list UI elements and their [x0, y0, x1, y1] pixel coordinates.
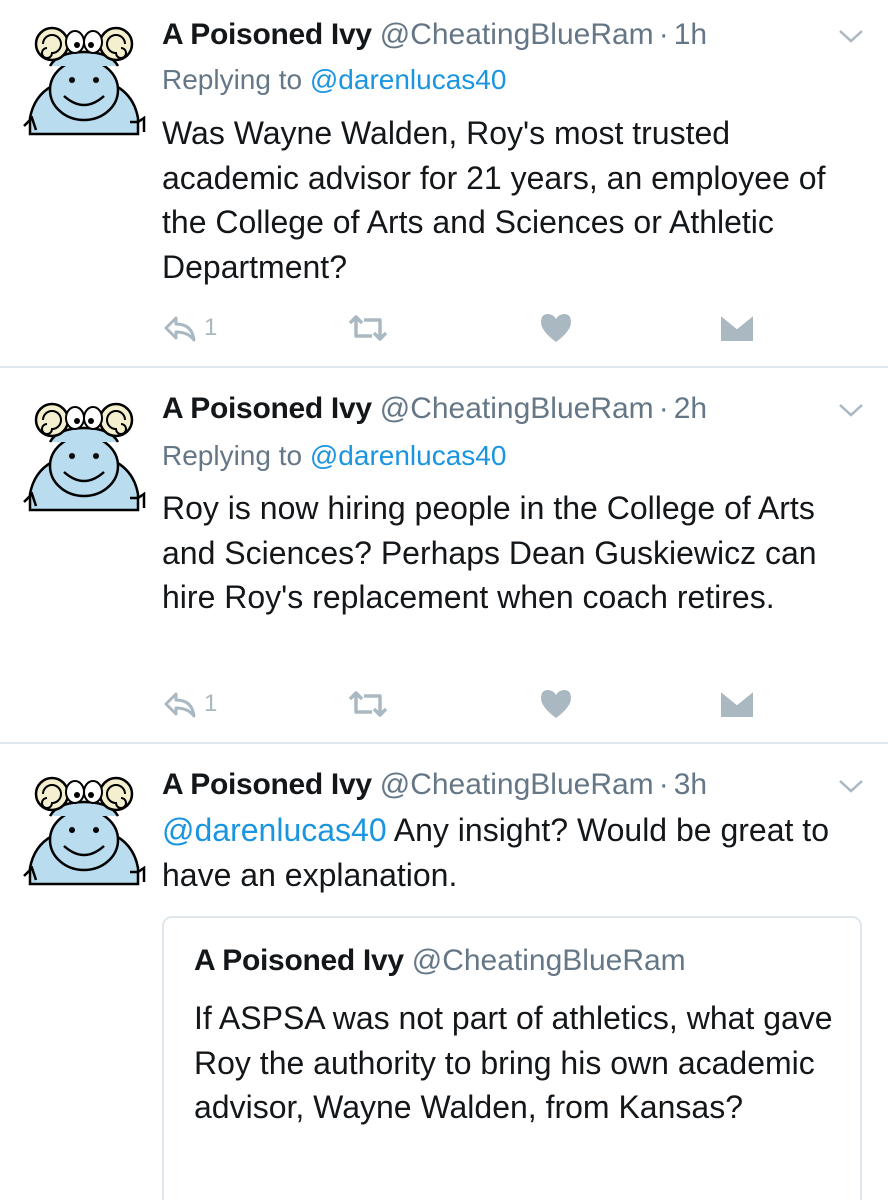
mention-link[interactable]: @darenlucas40 [310, 440, 507, 471]
tweet-actions: 1 [0, 684, 888, 724]
direct-message-icon [720, 314, 754, 341]
display-name[interactable]: A Poisoned Ivy [162, 392, 372, 425]
quoted-display-name: A Poisoned Ivy [194, 944, 404, 977]
reply-button[interactable]: 1 [162, 308, 217, 348]
reply-count: 1 [204, 314, 218, 341]
direct-message-button[interactable] [720, 684, 754, 724]
quoted-tweet-text: If ASPSA was not part of athletics, what… [194, 1000, 833, 1125]
separator-dot: · [658, 18, 669, 51]
quoted-user-handle: @CheatingBlueRam [411, 944, 686, 977]
tweet[interactable]: A Poisoned Ivy @CheatingBlueRam · 1h Replyi… [0, 0, 888, 366]
user-handle[interactable]: @CheatingBlueRam [380, 18, 654, 51]
tweet-header: A Poisoned Ivy @CheatingBlueRam · 3h [162, 762, 707, 808]
timestamp[interactable]: 1h [674, 18, 707, 51]
display-name[interactable]: A Poisoned Ivy [162, 768, 372, 801]
timestamp[interactable]: 2h [674, 392, 707, 425]
reply-icon [164, 692, 196, 718]
display-name[interactable]: A Poisoned Ivy [162, 18, 372, 51]
replying-to: Replying to @darenlucas40 [162, 436, 506, 476]
chevron-down-icon[interactable] [838, 778, 864, 794]
retweet-button[interactable] [346, 684, 390, 724]
timestamp[interactable]: 3h [674, 768, 707, 801]
user-handle[interactable]: @CheatingBlueRam [380, 768, 654, 801]
chevron-down-icon[interactable] [838, 28, 864, 44]
separator-dot: · [658, 392, 669, 425]
avatar[interactable] [22, 18, 146, 136]
reply-button[interactable]: 1 [162, 684, 217, 724]
tweet-text: Roy is now hiring people in the College … [162, 490, 817, 615]
reply-icon [164, 316, 196, 342]
tweet[interactable]: A Poisoned Ivy @CheatingBlueRam · 3h @daren… [0, 744, 888, 1200]
tweet-text: Was Wayne Walden, Roy's most trusted aca… [162, 115, 826, 285]
tweet-header: A Poisoned Ivy @CheatingBlueRam · 1h [162, 12, 707, 58]
retweet-icon [348, 315, 388, 341]
retweet-icon [348, 691, 388, 717]
quoted-tweet-header: A Poisoned Ivy @CheatingBlueRam [194, 938, 686, 984]
tweet[interactable]: A Poisoned Ivy @CheatingBlueRam · 2h Replyi… [0, 368, 888, 742]
replying-to: Replying to @darenlucas40 [162, 60, 506, 100]
user-handle[interactable]: @CheatingBlueRam [380, 392, 654, 425]
quoted-tweet[interactable]: A Poisoned Ivy @CheatingBlueRam If ASPSA … [162, 916, 862, 1200]
like-button[interactable] [539, 684, 573, 724]
direct-message-icon [720, 690, 754, 717]
separator-dot: · [658, 768, 669, 801]
chevron-down-icon[interactable] [838, 402, 864, 418]
avatar[interactable] [22, 768, 146, 886]
heart-icon [541, 314, 571, 342]
reply-count: 1 [204, 690, 218, 717]
replying-to-label: Replying to [162, 64, 303, 95]
like-button[interactable] [539, 308, 573, 348]
avatar[interactable] [22, 394, 146, 512]
replying-to-label: Replying to [162, 440, 303, 471]
direct-message-button[interactable] [720, 308, 754, 348]
tweet-header: A Poisoned Ivy @CheatingBlueRam · 2h [162, 386, 707, 432]
retweet-button[interactable] [346, 308, 390, 348]
mention-link[interactable]: @darenlucas40 [162, 812, 387, 848]
mention-link[interactable]: @darenlucas40 [310, 64, 507, 95]
heart-icon [541, 690, 571, 718]
tweet-text: @darenlucas40 Any insight? Would be grea… [162, 808, 862, 897]
tweet-actions: 1 [0, 308, 888, 348]
